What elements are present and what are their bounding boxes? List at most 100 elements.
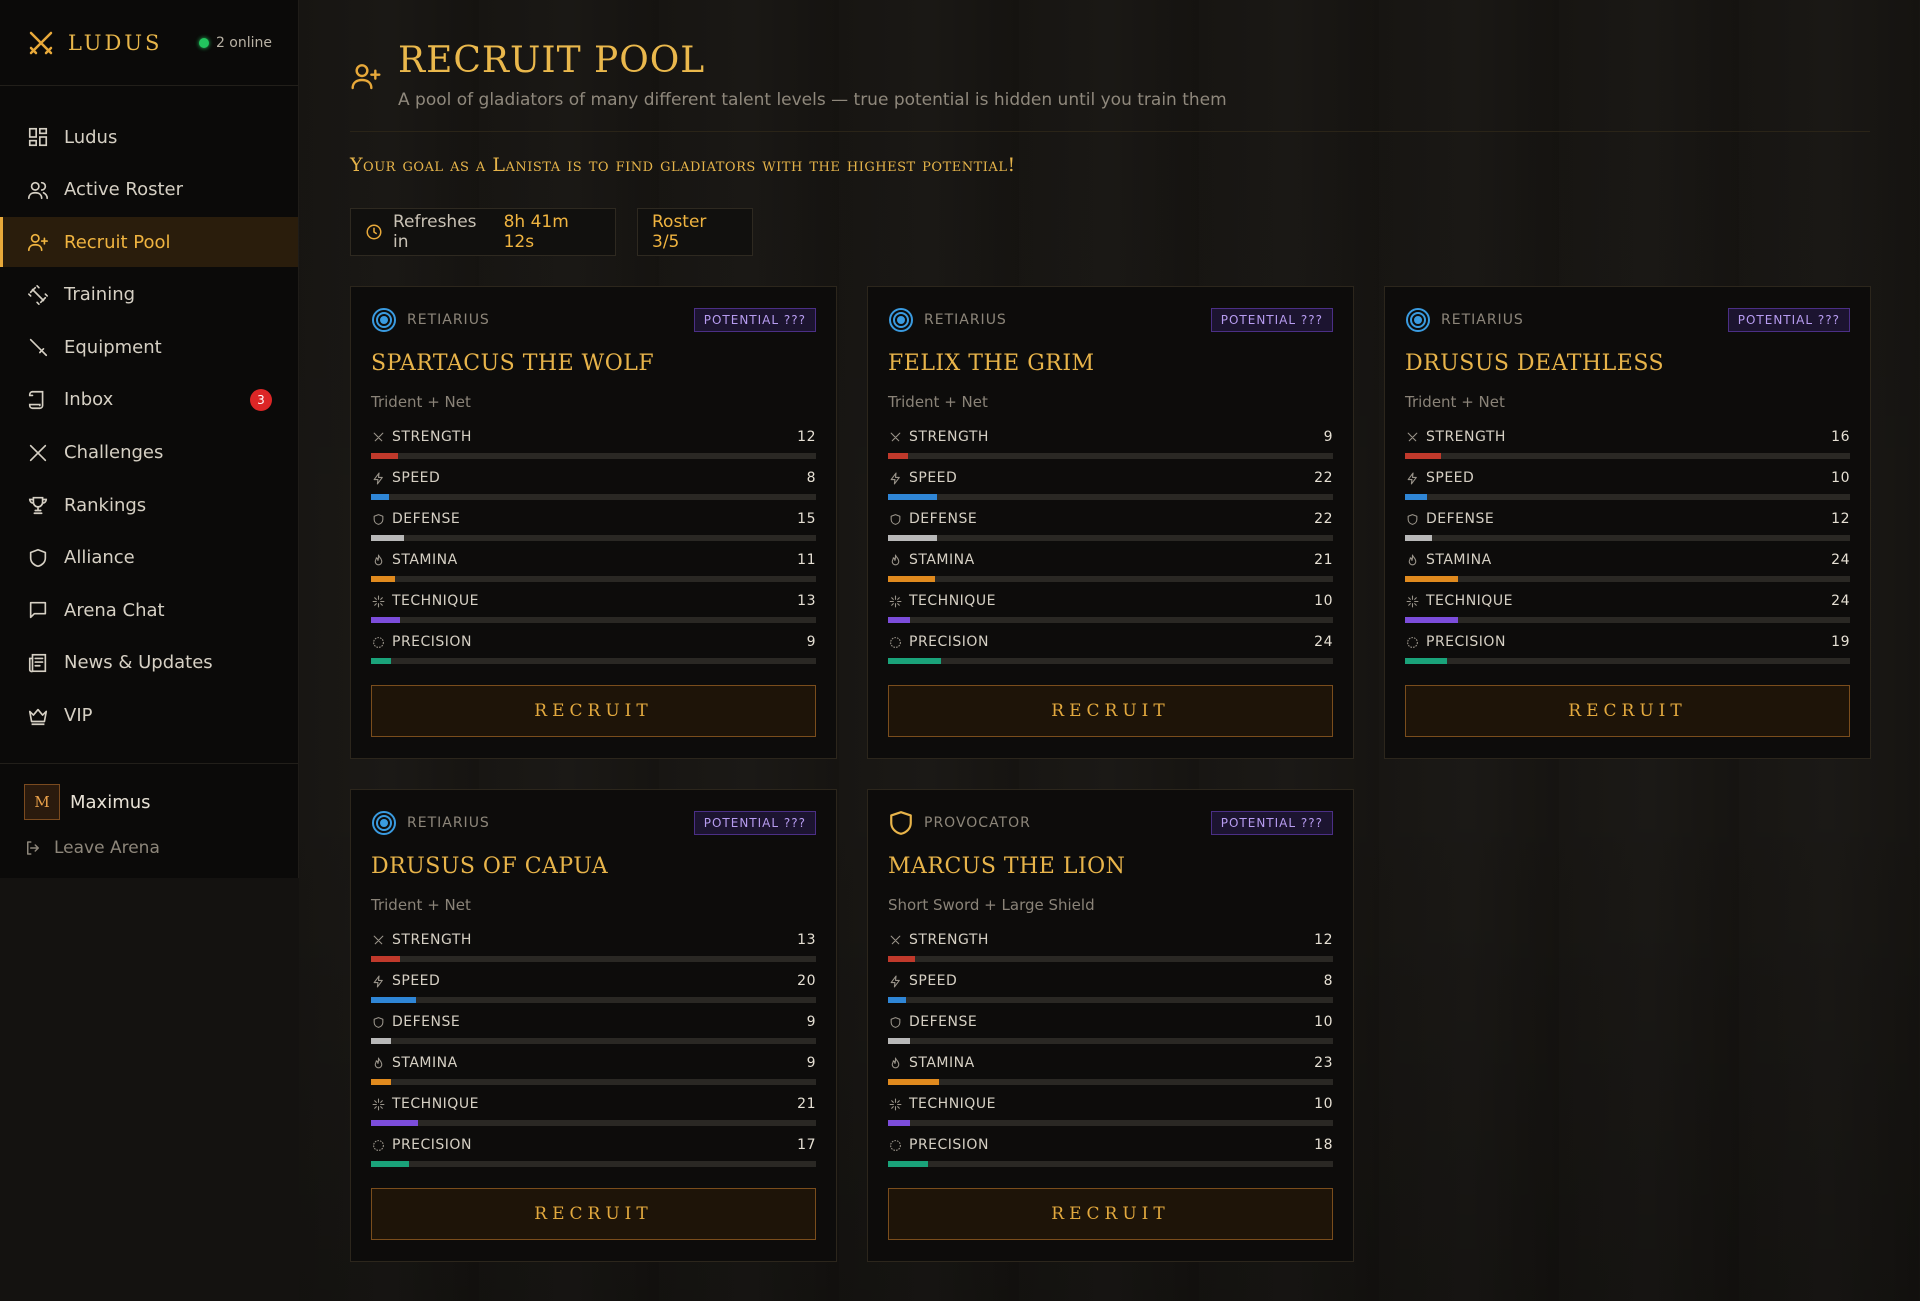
gladiator-card: RETIARIUS POTENTIAL ??? SPARTACUS THE WOLF… — [350, 286, 837, 759]
strength-icon — [1405, 430, 1419, 444]
leave-arena-button[interactable]: Leave Arena — [24, 838, 274, 858]
sidebar-item-challenges[interactable]: Challenges — [0, 428, 298, 478]
stat-value: 23 — [1314, 1055, 1333, 1071]
stat-label: STAMINA — [909, 552, 975, 568]
stat-bar — [371, 956, 816, 962]
stat-bar-fill — [1405, 617, 1459, 623]
stat-value: 17 — [797, 1137, 816, 1153]
stat-label: TECHNIQUE — [1426, 593, 1513, 609]
sidebar-item-alliance[interactable]: Alliance — [0, 533, 298, 583]
technique-icon — [371, 1097, 385, 1111]
stat-bar — [1405, 535, 1850, 541]
stat-speed: SPEED 8 — [371, 468, 816, 509]
sidebar-item-vip[interactable]: VIP — [0, 691, 298, 741]
sidebar-item-inbox[interactable]: Inbox 3 — [0, 375, 298, 425]
recruit-button[interactable]: RECRUIT — [1405, 685, 1850, 737]
stat-bar-fill — [1405, 576, 1459, 582]
stat-bar — [371, 576, 816, 582]
stat-bar-fill — [371, 658, 392, 664]
stat-value: 8 — [1323, 973, 1333, 989]
stat-value: 9 — [1323, 429, 1333, 445]
sidebar-item-label: Ludus — [64, 126, 118, 148]
sidebar-item-training[interactable]: Training — [0, 270, 298, 320]
stat-label: TECHNIQUE — [392, 593, 479, 609]
stamina-icon — [371, 553, 385, 567]
recruit-button[interactable]: RECRUIT — [371, 1188, 816, 1240]
sidebar-item-label: Equipment — [64, 336, 162, 358]
sidebar-nav: Ludus Active Roster Recruit Pool Training Eq… — [0, 86, 298, 741]
stat-label: STRENGTH — [1426, 429, 1506, 445]
stat-bar — [371, 1038, 816, 1044]
stat-bar-fill — [371, 1120, 418, 1126]
stat-bar-fill — [888, 535, 937, 541]
sidebar-item-arena-chat[interactable]: Arena Chat — [0, 585, 298, 635]
gladiator-weapons: Short Sword + Large Shield — [888, 896, 1095, 914]
stat-speed: SPEED 22 — [888, 468, 1333, 509]
recruit-button[interactable]: RECRUIT — [371, 685, 816, 737]
stat-bar-fill — [371, 576, 396, 582]
card-header: RETIARIUS POTENTIAL ??? — [371, 307, 816, 333]
dashboard-icon — [26, 125, 50, 149]
stat-bar-fill — [371, 535, 405, 541]
stat-label: STAMINA — [909, 1055, 975, 1071]
stat-label: SPEED — [392, 973, 441, 989]
stat-bar-fill — [371, 494, 389, 500]
dumbbell-icon — [26, 283, 50, 307]
stat-label: PRECISION — [392, 634, 472, 650]
stat-bar-fill — [888, 1161, 929, 1167]
stat-bar — [888, 997, 1333, 1003]
stat-label: DEFENSE — [392, 1014, 461, 1030]
strength-icon — [888, 430, 902, 444]
user-profile[interactable]: M Maximus — [24, 784, 274, 820]
precision-icon — [888, 1138, 902, 1152]
crossed-swords-logo-icon — [26, 28, 56, 58]
stat-bar — [371, 535, 816, 541]
speed-icon — [371, 471, 385, 485]
stat-value: 12 — [797, 429, 816, 445]
stat-technique: TECHNIQUE 10 — [888, 591, 1333, 632]
roster-count: Roster 3/5 — [637, 208, 753, 256]
stat-precision: PRECISION 9 — [371, 632, 816, 673]
stat-bar — [888, 576, 1333, 582]
chat-icon — [26, 598, 50, 622]
sidebar-item-equipment[interactable]: Equipment — [0, 322, 298, 372]
stat-precision: PRECISION 18 — [888, 1135, 1333, 1176]
stat-list: STRENGTH 9 SPEED 22 DEFENSE 22 STAMINA 21 TECHNI… — [888, 427, 1333, 673]
recruit-button[interactable]: RECRUIT — [888, 1188, 1333, 1240]
potential-badge: POTENTIAL ??? — [1210, 811, 1333, 835]
sidebar-item-label: Active Roster — [64, 179, 184, 201]
stat-bar-fill — [1405, 453, 1441, 459]
stat-bar — [371, 997, 816, 1003]
sword-icon — [26, 335, 50, 359]
recruit-button[interactable]: RECRUIT — [888, 685, 1333, 737]
stat-speed: SPEED 8 — [888, 971, 1333, 1012]
crown-icon — [26, 704, 50, 728]
stat-value: 16 — [1831, 429, 1850, 445]
stat-bar-fill — [888, 494, 937, 500]
sidebar-item-rankings[interactable]: Rankings — [0, 480, 298, 530]
stat-label: DEFENSE — [1426, 511, 1495, 527]
stat-bar-fill — [888, 1079, 940, 1085]
sidebar-item-ludus[interactable]: Ludus — [0, 112, 298, 162]
sidebar-item-recruit-pool[interactable]: Recruit Pool — [0, 217, 298, 268]
stat-value: 9 — [806, 1055, 816, 1071]
gladiator-class: RETIARIUS — [1441, 312, 1524, 328]
potential-badge: POTENTIAL ??? — [1210, 308, 1333, 332]
defense-icon — [1405, 512, 1419, 526]
online-status: 2 online — [198, 35, 272, 51]
target-icon — [371, 810, 397, 836]
users-icon — [26, 178, 50, 202]
stat-defense: DEFENSE 12 — [1405, 509, 1850, 550]
stat-list: STRENGTH 16 SPEED 10 DEFENSE 12 STAMINA 24 TECHN… — [1405, 427, 1850, 673]
card-header: PROVOCATOR POTENTIAL ??? — [888, 810, 1333, 836]
stat-label: STRENGTH — [392, 932, 472, 948]
avatar: M — [24, 784, 60, 820]
stat-bar — [888, 1079, 1333, 1085]
stat-value: 21 — [1314, 552, 1333, 568]
stat-technique: TECHNIQUE 24 — [1405, 591, 1850, 632]
sidebar-item-active-roster[interactable]: Active Roster — [0, 165, 298, 215]
clock-icon — [365, 223, 383, 241]
sidebar-item-news-updates[interactable]: News & Updates — [0, 638, 298, 688]
gladiator-card: RETIARIUS POTENTIAL ??? DRUSUS DEATHLESS Tr… — [1384, 286, 1871, 759]
user-name: Maximus — [70, 791, 151, 813]
